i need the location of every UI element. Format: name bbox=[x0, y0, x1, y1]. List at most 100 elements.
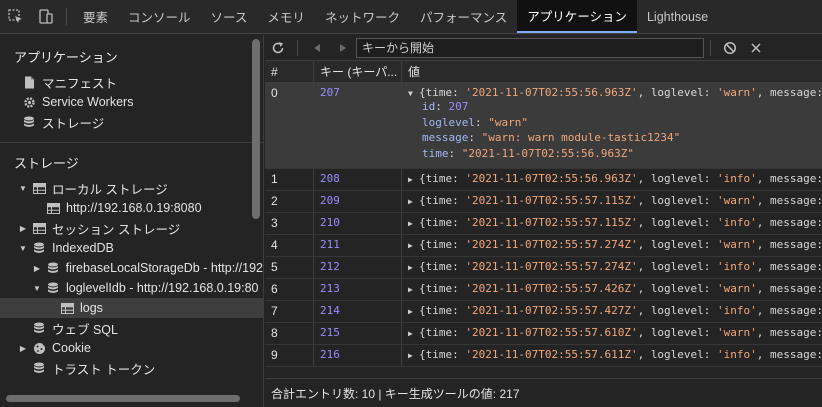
refresh-button[interactable] bbox=[265, 35, 291, 61]
sidebar-item-label: ウェブ SQL bbox=[52, 322, 118, 337]
device-toolbar-button[interactable] bbox=[30, 0, 60, 33]
sidebar-vertical-scrollbar[interactable] bbox=[252, 39, 260, 219]
sidebar-item[interactable]: ▶ Cookie bbox=[0, 338, 263, 358]
row-index: 6 bbox=[265, 279, 314, 300]
tab-memory[interactable]: メモリ bbox=[257, 0, 315, 33]
triangle-right-icon bbox=[340, 43, 346, 52]
grid-icon bbox=[32, 222, 46, 234]
inspect-element-button[interactable] bbox=[0, 0, 30, 33]
sidebar-item[interactable]: マニフェスト bbox=[0, 72, 263, 92]
expand-arrow-right-icon[interactable]: ▶ bbox=[408, 241, 419, 250]
row-value: ▶ {time: '2021-11-07T02:55:57.611Z', logl… bbox=[408, 348, 822, 361]
expand-arrow-right-icon[interactable]: ▶ bbox=[408, 175, 419, 184]
row-value: ▶ {time: '2021-11-07T02:55:57.427Z', logl… bbox=[408, 304, 822, 317]
row-index: 4 bbox=[265, 235, 314, 256]
sidebar-item-label: loglevelIdb - http://192.168.0.19:80 bbox=[66, 281, 259, 295]
sidebar-horizontal-scrollbar[interactable] bbox=[6, 395, 240, 402]
chevron-right-icon[interactable]: ▶ bbox=[18, 344, 28, 353]
object-property: message: "warn: warn module-tastic1234" bbox=[422, 131, 681, 144]
sidebar-item[interactable]: Service Workers bbox=[0, 92, 263, 112]
grid-icon bbox=[60, 302, 74, 314]
sidebar-item[interactable]: ▶ セッション ストレージ bbox=[0, 218, 263, 238]
table-row[interactable]: 5 212 ▶ {time: '2021-11-07T02:55:57.274Z', … bbox=[265, 257, 822, 279]
object-property: loglevel: "warn" bbox=[422, 115, 528, 129]
table-row[interactable]: 8 215 ▶ {time: '2021-11-07T02:55:57.610Z', … bbox=[265, 323, 822, 345]
expand-arrow-right-icon[interactable]: ▶ bbox=[408, 197, 419, 206]
table-row-expanded[interactable]: 0 207 ▼ {time: '2021-11-07T02:55:56.963Z'… bbox=[265, 83, 822, 169]
file-icon bbox=[22, 76, 36, 88]
column-header-key[interactable]: キー (キーパ... bbox=[314, 61, 402, 82]
previous-page-button[interactable] bbox=[304, 35, 330, 61]
grid-header: # キー (キーパ... 値 bbox=[265, 61, 822, 83]
tab-elements[interactable]: 要素 bbox=[73, 0, 118, 33]
cookie-icon bbox=[32, 341, 46, 354]
grid-icon bbox=[32, 182, 46, 194]
row-index: 9 bbox=[265, 345, 314, 366]
sidebar-item[interactable]: ストレージ bbox=[0, 112, 263, 132]
sidebar-item[interactable]: トラスト トークン bbox=[0, 358, 263, 378]
expand-arrow-right-icon[interactable]: ▶ bbox=[408, 307, 419, 316]
tab-lighthouse[interactable]: Lighthouse bbox=[637, 0, 718, 33]
table-row[interactable]: 4 211 ▶ {time: '2021-11-07T02:55:57.274Z', … bbox=[265, 235, 822, 257]
database-icon bbox=[32, 362, 46, 374]
refresh-icon bbox=[272, 41, 284, 53]
column-header-value[interactable]: 値 bbox=[402, 61, 822, 82]
tab-network[interactable]: ネットワーク bbox=[315, 0, 410, 33]
table-row[interactable]: 3 210 ▶ {time: '2021-11-07T02:55:57.115Z', … bbox=[265, 213, 822, 235]
sidebar-item-label: マニフェスト bbox=[42, 76, 118, 91]
gear-icon bbox=[22, 96, 36, 108]
chevron-down-icon[interactable]: ▼ bbox=[32, 284, 42, 293]
sidebar-item[interactable]: ▼ IndexedDB bbox=[0, 238, 263, 258]
database-icon bbox=[46, 262, 60, 274]
close-icon bbox=[751, 42, 761, 53]
row-key: 208 bbox=[314, 169, 402, 190]
row-key: 209 bbox=[314, 191, 402, 212]
chevron-down-icon[interactable]: ▼ bbox=[18, 244, 28, 253]
block-icon bbox=[723, 41, 737, 54]
object-summary[interactable]: ▼ {time: '2021-11-07T02:55:56.963Z', logl… bbox=[408, 86, 822, 99]
expand-arrow-right-icon[interactable]: ▶ bbox=[408, 219, 419, 228]
next-page-button[interactable] bbox=[330, 35, 356, 61]
tab-console[interactable]: コンソール bbox=[118, 0, 201, 33]
sidebar-item[interactable]: ▼ ローカル ストレージ bbox=[0, 178, 263, 198]
table-row[interactable]: 6 213 ▶ {time: '2021-11-07T02:55:57.426Z', … bbox=[265, 279, 822, 301]
tab-application[interactable]: アプリケーション bbox=[517, 0, 637, 33]
row-value: ▶ {time: '2021-11-07T02:55:57.115Z', logl… bbox=[408, 194, 822, 207]
storage-section-title: ストレージ bbox=[14, 156, 79, 171]
tab-sources[interactable]: ソース bbox=[201, 0, 258, 33]
table-row[interactable]: 9 216 ▶ {time: '2021-11-07T02:55:57.611Z', … bbox=[265, 345, 822, 367]
column-header-index[interactable]: # bbox=[265, 61, 314, 82]
toolbar-divider bbox=[297, 39, 298, 56]
viewer-toolbar bbox=[265, 35, 822, 61]
table-row[interactable]: 7 214 ▶ {time: '2021-11-07T02:55:57.427Z', … bbox=[265, 301, 822, 323]
row-key: 213 bbox=[314, 279, 402, 300]
row-key: 215 bbox=[314, 323, 402, 344]
sidebar-item-label: http://192.168.0.19:8080 bbox=[66, 201, 202, 215]
expand-arrow-right-icon[interactable]: ▶ bbox=[408, 329, 419, 338]
row-value: ▶ {time: '2021-11-07T02:55:57.610Z', logl… bbox=[408, 326, 822, 339]
application-items: マニフェスト Service Workers ストレージ bbox=[0, 72, 263, 132]
expand-arrow-right-icon[interactable]: ▶ bbox=[408, 285, 419, 294]
start-from-key-input[interactable] bbox=[356, 37, 704, 58]
sidebar-item[interactable]: ▼ loglevelIdb - http://192.168.0.19:80 bbox=[0, 278, 263, 298]
clear-store-button[interactable] bbox=[717, 35, 743, 61]
object-property: id: 207 bbox=[422, 100, 469, 113]
tab-performance[interactable]: パフォーマンス bbox=[410, 0, 517, 33]
sidebar-item[interactable]: ▶ firebaseLocalStorageDb - http://192 bbox=[0, 258, 263, 278]
toolbar-divider bbox=[710, 39, 711, 56]
chevron-right-icon[interactable]: ▶ bbox=[32, 264, 42, 273]
sidebar-item[interactable]: ウェブ SQL bbox=[0, 318, 263, 338]
chevron-down-icon[interactable]: ▼ bbox=[18, 184, 28, 193]
table-row[interactable]: 2 209 ▶ {time: '2021-11-07T02:55:57.115Z', … bbox=[265, 191, 822, 213]
chevron-right-icon[interactable]: ▶ bbox=[18, 224, 28, 233]
expand-arrow-right-icon[interactable]: ▶ bbox=[408, 351, 419, 360]
triangle-left-icon bbox=[314, 43, 320, 52]
row-index: 1 bbox=[265, 169, 314, 190]
delete-selected-button[interactable] bbox=[743, 35, 769, 61]
table-row[interactable]: 1 208 ▶ {time: '2021-11-07T02:55:56.963Z', … bbox=[265, 169, 822, 191]
expand-arrow-down-icon[interactable]: ▼ bbox=[408, 89, 419, 98]
sidebar-item-label: firebaseLocalStorageDb - http://192 bbox=[65, 261, 263, 275]
sidebar-item[interactable]: http://192.168.0.19:8080 bbox=[0, 198, 263, 218]
sidebar-item[interactable]: logs bbox=[0, 298, 263, 318]
expand-arrow-right-icon[interactable]: ▶ bbox=[408, 263, 419, 272]
